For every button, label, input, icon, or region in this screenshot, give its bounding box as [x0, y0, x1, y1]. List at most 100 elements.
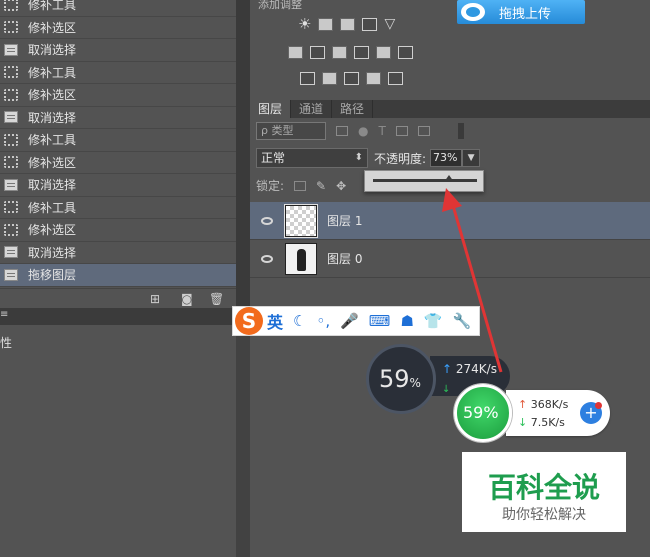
history-item-label: 取消选择	[28, 43, 77, 58]
history-item[interactable]: 取消选择	[0, 174, 236, 197]
camera-icon[interactable]: ◙	[181, 292, 193, 306]
type-filter-icon[interactable]: T	[378, 124, 385, 138]
opacity-label: 不透明度:	[374, 151, 427, 166]
patch-tool-icon	[4, 201, 18, 214]
patch-tool-icon	[4, 21, 18, 34]
history-item[interactable]: 修补选区	[0, 84, 236, 107]
opacity-slider-track[interactable]	[373, 179, 477, 182]
microphone-icon[interactable]: 🎤	[340, 312, 359, 330]
patch-tool-icon	[4, 133, 18, 146]
photo-filter-icon[interactable]	[354, 46, 369, 59]
notification-dot	[595, 402, 602, 409]
input-language-toggle[interactable]: 英	[267, 309, 283, 333]
adjustments-title: 添加调整	[258, 0, 302, 11]
history-item[interactable]: 修补工具	[0, 0, 236, 17]
user-toolbox-icon[interactable]: ☗	[400, 312, 413, 330]
selective-color-icon[interactable]	[388, 72, 403, 85]
wrench-icon[interactable]: 🔧	[453, 312, 472, 330]
layer-filter-row: ρ 类型 ● T	[256, 122, 464, 140]
lock-image-pixels-icon[interactable]: ✎	[316, 179, 326, 193]
properties-panel: ≡ 性	[0, 308, 236, 557]
watermark-title: 百科全说	[487, 471, 600, 504]
history-item[interactable]: 修补选区	[0, 219, 236, 242]
lock-label: 锁定:	[256, 179, 285, 193]
memory-percent-green: 59%	[463, 403, 499, 422]
upload-speed-dark: 274K/s	[442, 362, 497, 376]
history-item[interactable]: 取消选择	[0, 39, 236, 62]
layer-name[interactable]: 图层 0	[327, 250, 362, 267]
skin-shirt-icon[interactable]: 👕	[424, 312, 443, 330]
lock-transparent-pixels-icon[interactable]	[294, 180, 307, 191]
blend-mode-select[interactable]: 正常	[256, 148, 368, 168]
panel-menu-icon[interactable]: ≡	[0, 309, 8, 320]
cloud-icon	[461, 3, 485, 21]
history-item[interactable]: 修补工具	[0, 62, 236, 84]
history-item[interactable]: 修补工具	[0, 197, 236, 219]
memory-gauge-dark[interactable]: 59%	[366, 344, 436, 414]
history-item-label: 修补工具	[28, 0, 77, 13]
gradient-map-icon[interactable]	[366, 72, 381, 85]
history-item[interactable]: 修补工具	[0, 129, 236, 152]
history-item[interactable]: 修补选区	[0, 17, 236, 39]
history-item[interactable]: 取消选择	[0, 107, 236, 129]
trash-icon[interactable]: 🗑	[209, 292, 224, 306]
drag-upload-button[interactable]: 拖拽上传	[457, 0, 585, 24]
pixel-filter-icon[interactable]	[336, 126, 348, 136]
vibrance-icon[interactable]: ▽	[384, 17, 395, 31]
punctuation-icon[interactable]: ◦,	[316, 312, 330, 330]
shape-filter-icon[interactable]	[395, 126, 408, 136]
new-snapshot-icon[interactable]: ⊞	[150, 292, 160, 306]
history-item-label: 修补工具	[28, 200, 77, 215]
opacity-dropdown-button[interactable]: ▼	[462, 149, 481, 167]
tab-2[interactable]: 路径	[332, 100, 374, 118]
visibility-eye-icon[interactable]	[261, 254, 273, 263]
tab-1[interactable]: 通道	[291, 100, 333, 118]
filter-toggle-switch[interactable]	[457, 123, 464, 139]
sogou-ime-toolbar: S 英 ☾ ◦, 🎤 ⌨ ☗ 👕 🔧	[232, 306, 480, 336]
properties-scrollbar[interactable]	[236, 308, 250, 557]
channel-mixer-icon[interactable]	[376, 46, 391, 59]
layer-name[interactable]: 图层 1	[327, 212, 362, 229]
opacity-slider-popup	[364, 170, 484, 192]
layer-row[interactable]: 图层 1	[250, 202, 650, 240]
layer-row[interactable]: 图层 0	[250, 240, 650, 278]
history-item[interactable]: 取消选择	[0, 242, 236, 264]
exposure-icon[interactable]	[362, 18, 378, 31]
history-item[interactable]: 修补选区	[0, 152, 236, 174]
adjustments-row-2	[288, 46, 413, 59]
color-lookup-icon[interactable]	[398, 46, 413, 59]
threshold-icon[interactable]	[344, 72, 359, 85]
moon-icon[interactable]: ☾	[293, 312, 306, 330]
layers-tab-bar: 图层 通道 路径	[250, 100, 650, 118]
history-item[interactable]: 拖移图层	[0, 264, 236, 287]
tab-0[interactable]: 图层	[250, 100, 292, 118]
properties-tab-bar: ≡	[0, 308, 236, 325]
smart-object-filter-icon[interactable]	[417, 126, 430, 136]
drag-upload-label: 拖拽上传	[499, 6, 552, 22]
visibility-eye-icon[interactable]	[261, 216, 273, 225]
lock-position-icon[interactable]: ✥	[336, 179, 346, 193]
keyboard-icon[interactable]: ⌨	[369, 312, 391, 330]
document-icon	[4, 43, 18, 56]
document-icon	[4, 111, 18, 124]
layer-kind-filter[interactable]: ρ 类型	[256, 122, 326, 140]
sogou-logo-icon[interactable]: S	[235, 307, 263, 335]
history-item-label: 取消选择	[28, 110, 77, 125]
black-white-icon[interactable]	[332, 46, 347, 59]
levels-icon[interactable]	[318, 18, 334, 31]
opacity-slider-thumb[interactable]	[443, 175, 454, 182]
history-item-label: 修补选区	[28, 20, 77, 35]
layer-thumbnail	[284, 203, 318, 238]
color-balance-icon[interactable]	[310, 46, 325, 59]
posterize-icon[interactable]	[322, 72, 337, 85]
lock-row: 锁定: ✎ ✥	[256, 177, 346, 194]
invert-icon[interactable]	[300, 72, 315, 85]
memory-gauge-green[interactable]: 59%	[454, 384, 512, 442]
history-item-label: 修补工具	[28, 65, 77, 80]
patch-tool-icon	[4, 0, 18, 11]
brightness-icon[interactable]: ☀	[298, 17, 311, 32]
adjustment-filter-icon[interactable]: ●	[358, 124, 368, 138]
hue-saturation-icon[interactable]	[288, 46, 303, 59]
curves-icon[interactable]	[340, 18, 356, 31]
opacity-input[interactable]: 73%	[430, 149, 463, 167]
